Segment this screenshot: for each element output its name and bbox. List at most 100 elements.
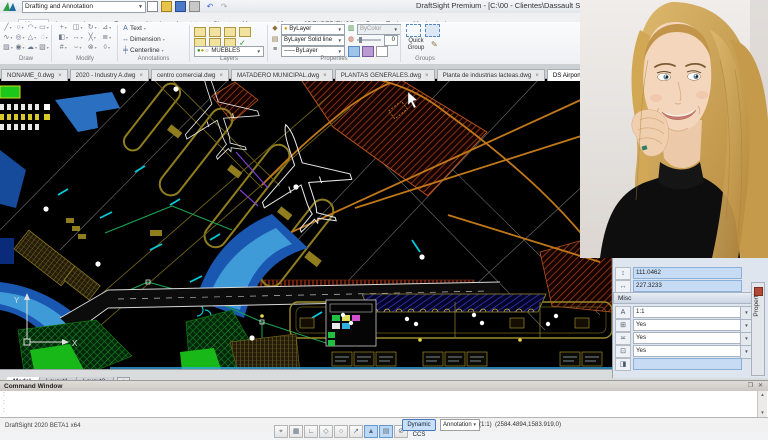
line-color-selector[interactable]: ● ByLayer▼ xyxy=(281,24,345,35)
ribbon-group-modify: +◫↻⊿ ◧↔╳≣ #⌣⊗◊ Modify xyxy=(54,23,116,63)
close-tab-icon[interactable]: × xyxy=(58,73,62,79)
save-icon[interactable] xyxy=(174,1,186,12)
quickinput-toggle[interactable]: ▤ xyxy=(379,425,393,438)
spline-icon[interactable]: ∿ xyxy=(2,33,14,43)
scroll-down-icon[interactable]: ▼ xyxy=(758,409,767,417)
office-boxes xyxy=(332,352,602,366)
line-icon[interactable]: ╱ xyxy=(2,23,14,33)
etrack-toggle[interactable]: ↗ xyxy=(349,425,363,438)
ucs-y-label: Y xyxy=(14,296,20,305)
document-tab[interactable]: MATADERO MUNICIPAL.dwg× xyxy=(231,69,333,81)
scroll-up-icon[interactable]: ▲ xyxy=(758,391,767,399)
command-window-header[interactable]: Command Window ✕ ❐ xyxy=(0,380,768,391)
group-label-modify: Modify xyxy=(54,56,116,62)
gradient-icon[interactable]: ▧ xyxy=(38,43,50,53)
rotate-icon[interactable]: ↻ xyxy=(85,23,100,33)
hatch-icon[interactable]: ▨ xyxy=(2,43,14,53)
chevron-down-icon: ▼ xyxy=(257,47,261,56)
presenter-video-overlay xyxy=(580,0,768,258)
group-label-groups: Groups xyxy=(403,56,447,62)
polygon-icon[interactable]: △ xyxy=(26,33,38,43)
region-icon[interactable]: ◉ xyxy=(14,43,26,53)
close-tab-icon[interactable]: × xyxy=(140,73,144,79)
close-tab-icon[interactable]: × xyxy=(535,73,539,79)
quick-group-button[interactable]: Quick Group xyxy=(403,38,429,52)
open-file-icon[interactable] xyxy=(160,1,172,12)
pattern-icon[interactable]: # xyxy=(56,43,71,53)
close-tab-icon[interactable]: × xyxy=(425,73,429,79)
close-tab-icon[interactable]: × xyxy=(219,73,223,79)
lineweight-toggle[interactable]: ▲ xyxy=(364,425,378,438)
workspace-selector[interactable]: Drafting and Annotation▼ xyxy=(22,1,146,13)
dynamic-ccs-button[interactable]: Dynamic CCS xyxy=(402,419,436,431)
document-tab[interactable]: 2020 - Industry A.dwg× xyxy=(70,69,149,81)
edit-group-icon[interactable]: ✎ xyxy=(431,40,438,49)
arc-icon[interactable]: ◠ xyxy=(26,23,38,33)
transparency-icon: ◍ xyxy=(346,35,356,43)
group-label-properties: Properties xyxy=(270,56,398,62)
group-label-layers: Layers xyxy=(192,56,266,62)
fillet-icon[interactable]: ⌣ xyxy=(71,43,86,53)
chevron-down-icon: ▼ xyxy=(138,2,143,12)
color-bars-icon: ▥ xyxy=(346,24,356,32)
explode-icon[interactable]: ⊗ xyxy=(85,43,100,53)
group-label-draw: Draw xyxy=(2,56,50,62)
ribbon-group-layers: ✓ ●●☼ MUEBLES▼ Layers xyxy=(192,23,266,63)
palette-pin-icon[interactable] xyxy=(754,287,763,296)
print-icon[interactable] xyxy=(188,1,200,12)
line-style-selector[interactable]: ByLayer Solid line▼ xyxy=(281,35,345,46)
document-tab[interactable]: Planta de industrias lacteas.dwg× xyxy=(437,69,545,81)
height-field[interactable]: 111.0462 xyxy=(633,267,742,279)
transparency-value[interactable]: 0 xyxy=(384,35,398,46)
close-tab-icon[interactable]: × xyxy=(323,73,327,79)
annotation-scale-selector[interactable]: Annotation▼ xyxy=(440,419,480,431)
ellipse-icon[interactable]: ◎ xyxy=(14,33,26,43)
line-color-icon: ◆ xyxy=(270,24,280,32)
dimension-icon: ↔ xyxy=(121,35,130,45)
width-field[interactable]: 227.3233 xyxy=(633,280,742,292)
group-label-annotations: Annotations xyxy=(119,56,188,62)
undo-icon[interactable]: ↶ xyxy=(204,1,216,12)
blank-field[interactable] xyxy=(633,358,742,370)
circle-icon[interactable]: ○ xyxy=(14,23,26,33)
ribbon-group-groups: Quick Group ✎ Groups xyxy=(403,23,447,63)
group-icon[interactable] xyxy=(406,24,421,37)
transparency-slider[interactable] xyxy=(357,39,381,41)
command-prompt-line: : xyxy=(0,391,768,399)
document-tab[interactable]: NONAME_0.dwg× xyxy=(1,69,68,81)
properties-palette-tab[interactable]: Properties xyxy=(751,282,765,376)
document-tab[interactable]: centro comercial.dwg× xyxy=(151,69,229,81)
centerline-button[interactable]: ╪Centerline xyxy=(121,46,164,56)
copy-icon[interactable]: ◫ xyxy=(71,23,86,33)
cloud-icon[interactable]: ☁ xyxy=(26,43,38,53)
rectangle-icon[interactable]: ▭ xyxy=(38,23,50,33)
text-button[interactable]: AText xyxy=(121,24,146,34)
command-input-area[interactable]: ::: ▲▼ xyxy=(0,391,768,417)
esnap-toggle[interactable]: ○ xyxy=(334,425,348,438)
move-icon[interactable]: + xyxy=(56,23,71,33)
point-icon[interactable]: ◌ xyxy=(38,33,50,43)
polar-toggle[interactable]: ◇ xyxy=(319,425,333,438)
trim-icon[interactable]: ╳ xyxy=(85,33,100,43)
ribbon-group-annotations: AText ↔Dimension ╪Centerline Annotations xyxy=(119,23,188,63)
mirror-icon[interactable]: ◧ xyxy=(56,33,71,43)
scale-icon[interactable]: ⊿ xyxy=(100,23,115,33)
new-file-icon[interactable] xyxy=(146,1,158,12)
redo-icon[interactable]: ↷ xyxy=(218,1,230,12)
document-tab[interactable]: PLANTAS GENERALES.dwg× xyxy=(335,69,435,81)
ortho-toggle[interactable]: ∟ xyxy=(304,425,318,438)
erase-icon[interactable]: ◊ xyxy=(100,43,115,53)
misc-section-header[interactable]: Misc▲ xyxy=(613,292,762,304)
snap-toggle[interactable]: ⌖ xyxy=(274,425,288,438)
annotation-scale-select[interactable]: 1:1 xyxy=(633,306,742,318)
ungroup-icon[interactable] xyxy=(425,24,440,37)
stretch-icon[interactable]: ↔ xyxy=(71,33,86,43)
match-orientation-select[interactable]: Yes xyxy=(633,332,742,344)
allow-explode-select[interactable]: Yes xyxy=(633,345,742,357)
offset-icon[interactable]: ≣ xyxy=(100,33,115,43)
command-scrollbar[interactable]: ▲▼ xyxy=(757,391,767,417)
dimension-button[interactable]: ↔Dimension xyxy=(121,35,165,45)
by-color-selector[interactable]: ByColor▼ xyxy=(357,24,401,35)
grid-toggle[interactable]: ▦ xyxy=(289,425,303,438)
annotative-select[interactable]: Yes xyxy=(633,319,742,331)
